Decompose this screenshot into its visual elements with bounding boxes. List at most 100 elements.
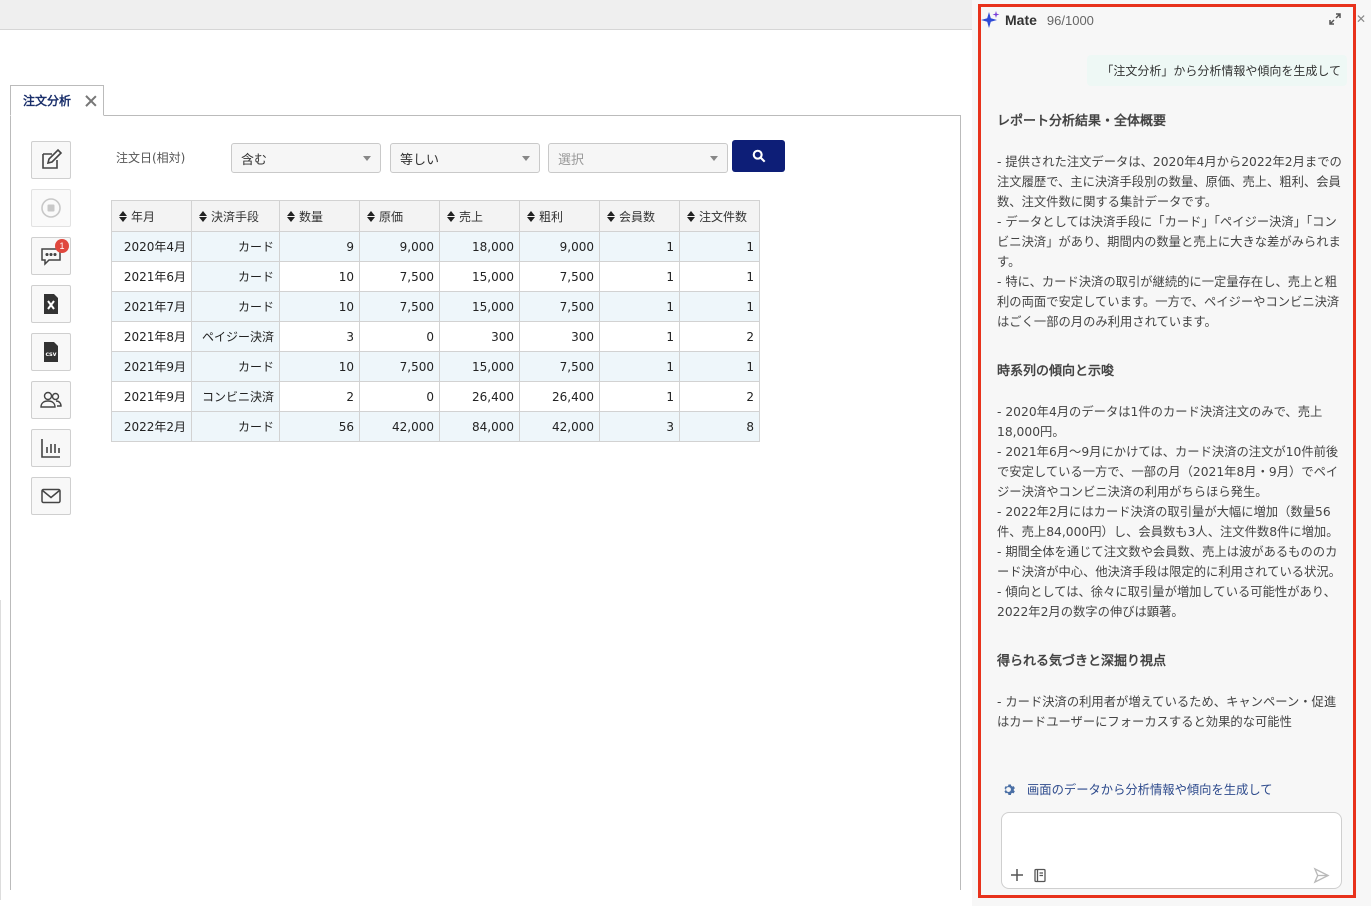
section-body: - 提供された注文データは、2020年4月から2022年2月までの注文履歴で、主… bbox=[997, 155, 1342, 329]
table-cell: 7,500 bbox=[519, 351, 600, 382]
tab-label: 注文分析 bbox=[23, 94, 72, 108]
value-select[interactable]: 選択 bbox=[548, 143, 728, 173]
edit-button[interactable] bbox=[31, 141, 71, 179]
users-button[interactable] bbox=[31, 381, 71, 419]
mail-button[interactable] bbox=[31, 477, 71, 515]
table-cell: 10 bbox=[279, 351, 360, 382]
table-cell: 7,500 bbox=[359, 291, 440, 322]
section-heading: 得られる気づきと深掘り視点 bbox=[997, 654, 1167, 669]
assistant-response: レポート分析結果・全体概要 - 提供された注文データは、2020年4月から202… bbox=[997, 112, 1347, 766]
sort-icon bbox=[367, 210, 376, 222]
table-cell: 1 bbox=[599, 231, 680, 262]
chart-button[interactable] bbox=[31, 429, 71, 467]
table-cell: 15,000 bbox=[439, 261, 520, 292]
table-cell: 2021年9月 bbox=[111, 351, 192, 382]
data-table: 年月 決済手段 数量 原価 売上 粗利 会員数 注文件数 2020年4月 カード 9… bbox=[111, 200, 760, 442]
stop-button[interactable] bbox=[31, 189, 71, 227]
chat-input[interactable] bbox=[1010, 819, 1330, 859]
table-cell: 300 bbox=[519, 321, 600, 352]
column-header[interactable]: 注文件数 bbox=[679, 200, 760, 232]
condition-value: 含む bbox=[241, 152, 268, 168]
csv-file-icon: csv bbox=[44, 342, 58, 362]
expand-icon[interactable] bbox=[1328, 12, 1342, 26]
table-cell: 2021年8月 bbox=[111, 321, 192, 352]
table-header-row: 年月 決済手段 数量 原価 売上 粗利 会員数 注文件数 bbox=[111, 200, 760, 232]
table-cell: 2021年7月 bbox=[111, 291, 192, 322]
table-cell: 0 bbox=[359, 321, 440, 352]
excel-file-icon bbox=[44, 294, 58, 314]
column-header[interactable]: 数量 bbox=[279, 200, 360, 232]
caret-down-icon bbox=[363, 156, 371, 161]
sort-icon bbox=[119, 210, 128, 222]
caret-down-icon bbox=[522, 156, 530, 161]
table-cell: 1 bbox=[599, 261, 680, 292]
table-cell: 1 bbox=[679, 351, 760, 382]
table-row[interactable]: 2021年7月 カード 10 7,500 15,000 7,500 1 1 bbox=[111, 291, 760, 322]
table-cell: 0 bbox=[359, 381, 440, 412]
excel-export-button[interactable] bbox=[31, 285, 71, 323]
filter-label: 注文日(相対) bbox=[116, 151, 186, 165]
table-row[interactable]: 2021年9月 カード 10 7,500 15,000 7,500 1 1 bbox=[111, 351, 760, 382]
table-cell: 1 bbox=[599, 321, 680, 352]
table-cell: コンビニ決済 bbox=[191, 381, 280, 412]
table-cell: 8 bbox=[679, 411, 760, 442]
column-header[interactable]: 決済手段 bbox=[191, 200, 280, 232]
table-cell: 15,000 bbox=[439, 291, 520, 322]
table-cell: 7,500 bbox=[359, 351, 440, 382]
condition-select[interactable]: 含む bbox=[231, 143, 381, 173]
table-cell: 42,000 bbox=[519, 411, 600, 442]
operator-value: 等しい bbox=[400, 152, 440, 168]
table-cell: 2021年9月 bbox=[111, 381, 192, 412]
table-row[interactable]: 2022年2月 カード 56 42,000 84,000 42,000 3 8 bbox=[111, 411, 760, 442]
column-header[interactable]: 売上 bbox=[439, 200, 520, 232]
table-cell: 56 bbox=[279, 411, 360, 442]
table-cell: 2021年6月 bbox=[111, 261, 192, 292]
search-button[interactable] bbox=[732, 140, 785, 172]
value-placeholder: 選択 bbox=[558, 152, 585, 168]
suggestion-link[interactable]: 画面のデータから分析情報や傾向を生成して bbox=[1002, 780, 1273, 798]
close-icon[interactable]: ✕ bbox=[1356, 12, 1366, 26]
table-cell: 7,500 bbox=[359, 261, 440, 292]
edit-icon bbox=[42, 148, 63, 169]
notification-badge: 1 bbox=[55, 239, 69, 253]
table-cell: 1 bbox=[599, 381, 680, 412]
table-cell: カード bbox=[191, 411, 280, 442]
plus-icon[interactable] bbox=[1010, 868, 1024, 882]
table-cell: 10 bbox=[279, 291, 360, 322]
suggestion-text: 画面のデータから分析情報や傾向を生成して bbox=[1027, 783, 1273, 797]
book-icon[interactable] bbox=[1033, 868, 1047, 883]
table-row[interactable]: 2021年6月 カード 10 7,500 15,000 7,500 1 1 bbox=[111, 261, 760, 292]
comment-button[interactable]: 1 bbox=[31, 237, 71, 275]
tab-order-analysis[interactable]: 注文分析 bbox=[10, 85, 104, 116]
column-header[interactable]: 会員数 bbox=[599, 200, 680, 232]
column-header[interactable]: 年月 bbox=[111, 200, 192, 232]
table-cell: 1 bbox=[679, 291, 760, 322]
usage-count: 96/1000 bbox=[1046, 12, 1094, 28]
section-body: - 2020年4月のデータは1件のカード決済注文のみで、売上18,000円。 -… bbox=[997, 405, 1341, 619]
table-cell: 3 bbox=[279, 321, 360, 352]
table-cell: 300 bbox=[439, 321, 520, 352]
sparkle-icon bbox=[981, 11, 1000, 28]
section-heading: レポート分析結果・全体概要 bbox=[997, 114, 1167, 129]
table-cell: 3 bbox=[599, 411, 680, 442]
send-icon[interactable] bbox=[1313, 867, 1330, 884]
table-cell: 15,000 bbox=[439, 351, 520, 382]
table-row[interactable]: 2021年9月 コンビニ決済 2 0 26,400 26,400 1 2 bbox=[111, 381, 760, 412]
table-cell: 1 bbox=[599, 351, 680, 382]
table-cell: 2 bbox=[279, 381, 360, 412]
sort-icon bbox=[687, 210, 696, 222]
csv-export-button[interactable]: csv bbox=[31, 333, 71, 371]
column-header[interactable]: 粗利 bbox=[519, 200, 600, 232]
close-icon[interactable] bbox=[85, 95, 97, 107]
mate-header: Mate 96/1000 bbox=[981, 9, 1094, 31]
table-cell: カード bbox=[191, 261, 280, 292]
table-cell: 2022年2月 bbox=[111, 411, 192, 442]
table-cell: 2020年4月 bbox=[111, 231, 192, 262]
operator-select[interactable]: 等しい bbox=[390, 143, 540, 173]
sort-icon bbox=[527, 210, 536, 222]
column-header[interactable]: 原価 bbox=[359, 200, 440, 232]
table-row[interactable]: 2021年8月 ペイジー決済 3 0 300 300 1 2 bbox=[111, 321, 760, 352]
table-row[interactable]: 2020年4月 カード 9 9,000 18,000 9,000 1 1 bbox=[111, 231, 760, 262]
svg-text:csv: csv bbox=[45, 351, 56, 358]
gear-icon bbox=[1004, 783, 1015, 795]
